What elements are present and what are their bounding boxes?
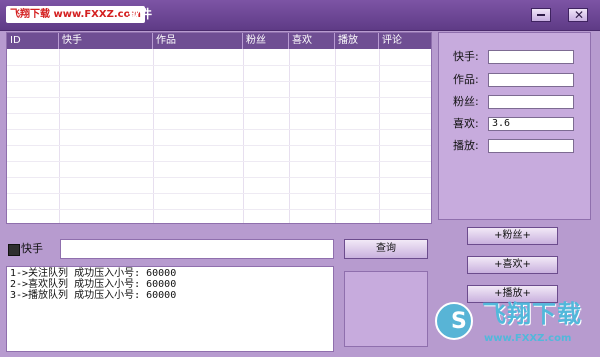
kuaishou-label: 快手: — [453, 50, 479, 63]
grid-row-line — [7, 81, 431, 82]
plays-label: 播放: — [453, 139, 479, 152]
grid-row-line — [7, 161, 431, 162]
likes-label: 喜欢: — [453, 117, 479, 130]
works-label: 作品: — [453, 73, 479, 86]
grid-row-line — [7, 97, 431, 98]
search-input[interactable] — [60, 239, 334, 259]
grid-row-line — [7, 145, 431, 146]
add-likes-button[interactable]: +喜欢+ — [467, 256, 558, 274]
app-logo: 飞翔下载 www.FXXZ.com — [6, 6, 145, 23]
log-line: 1->关注队列 成功压入小号: 60000 — [10, 268, 177, 279]
grid-divider — [335, 49, 336, 223]
kuaishou-field[interactable] — [488, 50, 574, 64]
log-output[interactable]: 1->关注队列 成功压入小号: 60000 2->喜欢队列 成功压入小号: 60… — [6, 266, 334, 352]
grid-row-line — [7, 177, 431, 178]
column-id[interactable]: ID — [7, 33, 59, 49]
works-field[interactable] — [488, 73, 574, 87]
grid-row-line — [7, 193, 431, 194]
grid-divider — [243, 49, 244, 223]
kuaishou-checkbox-group[interactable]: 快手 — [8, 242, 58, 258]
grid-divider — [153, 49, 154, 223]
likes-field[interactable]: 3.6 — [488, 117, 574, 131]
kuaishou-checkbox[interactable] — [8, 244, 20, 256]
grid-divider — [59, 49, 60, 223]
watermark-brand: 飞翔下载 — [482, 300, 582, 328]
close-button[interactable]: ✕ — [568, 8, 588, 22]
watermark: S 飞翔下载 www.FXXZ.com — [430, 292, 600, 357]
results-list[interactable]: ID 快手 作品 粉丝 喜欢 播放 评论 — [6, 32, 432, 224]
fans-label: 粉丝: — [453, 95, 479, 108]
minimize-icon — [537, 14, 545, 16]
watermark-logo-icon: S — [435, 302, 473, 340]
plays-field[interactable] — [488, 139, 574, 153]
grid-divider — [289, 49, 290, 223]
column-fans[interactable]: 粉丝 — [243, 33, 289, 49]
close-icon: ✕ — [574, 8, 585, 22]
grid-row-line — [7, 65, 431, 66]
window-title: 软件 — [128, 7, 153, 21]
watermark-url: www.FXXZ.com — [484, 333, 572, 344]
minimize-button[interactable] — [531, 8, 551, 22]
log-line: 2->喜欢队列 成功压入小号: 60000 — [10, 279, 177, 290]
grid-row-line — [7, 129, 431, 130]
column-plays[interactable]: 播放 — [335, 33, 379, 49]
fans-field[interactable] — [488, 95, 574, 109]
grid-row-line — [7, 113, 431, 114]
list-header: ID 快手 作品 粉丝 喜欢 播放 评论 — [7, 33, 431, 49]
kuaishou-checkbox-label: 快手 — [21, 242, 43, 255]
column-kuaishou[interactable]: 快手 — [59, 33, 153, 49]
query-button[interactable]: 查询 — [344, 239, 428, 259]
log-line: 3->播放队列 成功压入小号: 60000 — [10, 290, 177, 301]
grid-divider — [379, 49, 380, 223]
column-works[interactable]: 作品 — [153, 33, 243, 49]
column-likes[interactable]: 喜欢 — [289, 33, 335, 49]
grid-row-line — [7, 209, 431, 210]
column-comments[interactable]: 评论 — [379, 33, 431, 49]
status-panel — [344, 271, 428, 347]
title-bar: 飞翔下载 www.FXXZ.com 软件 ✕ — [0, 0, 600, 31]
add-fans-button[interactable]: +粉丝+ — [467, 227, 558, 245]
